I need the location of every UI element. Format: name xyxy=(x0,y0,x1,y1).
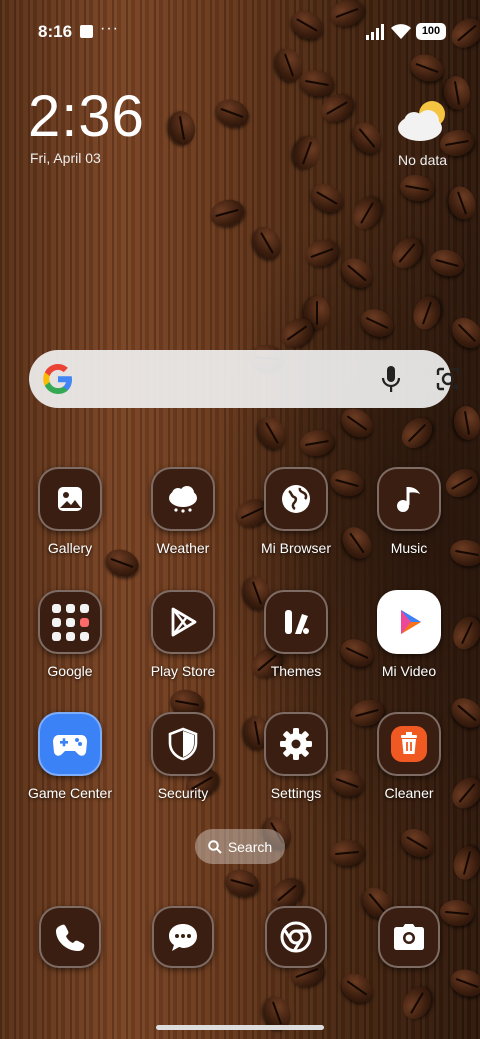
shield-icon xyxy=(151,712,215,776)
app-label: Play Store xyxy=(150,663,216,679)
partly-cloudy-icon[interactable] xyxy=(396,98,452,146)
notification-icon xyxy=(80,25,93,38)
camera-icon xyxy=(378,906,440,968)
app-label: Settings xyxy=(270,785,322,801)
app-weather[interactable]: Weather xyxy=(128,467,238,556)
app-label: Music xyxy=(390,540,428,556)
dock-phone[interactable] xyxy=(15,906,125,968)
app-game-center[interactable]: Game Center xyxy=(15,712,125,801)
app-label: Cleaner xyxy=(384,785,434,801)
status-time: 8:16 xyxy=(38,22,73,41)
folder-icon xyxy=(38,590,102,654)
gallery-icon xyxy=(38,467,102,531)
chrome-icon xyxy=(265,906,327,968)
app-label: Mi Video xyxy=(381,663,437,679)
weather-icon xyxy=(151,467,215,531)
messages-icon xyxy=(152,906,214,968)
app-label: Game Center xyxy=(27,785,113,801)
gear-icon xyxy=(264,712,328,776)
app-security[interactable]: Security xyxy=(128,712,238,801)
gamepad-icon xyxy=(38,712,102,776)
mi-video-icon xyxy=(377,590,441,654)
lens-icon[interactable] xyxy=(434,365,462,393)
trash-icon xyxy=(377,712,441,776)
app-cleaner[interactable]: Cleaner xyxy=(354,712,464,801)
search-icon xyxy=(208,839,222,854)
app-label: Mi Browser xyxy=(260,540,331,556)
themes-icon xyxy=(264,590,328,654)
status-bar: 8:16 ··· 100 xyxy=(0,0,480,62)
app-label: Weather xyxy=(156,540,210,556)
clock-widget-time[interactable]: 2:36 xyxy=(28,88,145,146)
google-logo xyxy=(43,364,72,394)
app-play-store[interactable]: Play Store xyxy=(128,590,238,679)
app-search-label: Search xyxy=(227,838,273,855)
app-google-folder[interactable]: Google xyxy=(15,590,125,679)
play-store-icon xyxy=(151,590,215,654)
battery-icon: 100 xyxy=(416,23,446,40)
mic-icon[interactable] xyxy=(379,365,403,393)
app-label: Security xyxy=(157,785,209,801)
globe-icon xyxy=(264,467,328,531)
phone-icon xyxy=(39,906,101,968)
app-mi-video[interactable]: Mi Video xyxy=(354,590,464,679)
app-themes[interactable]: Themes xyxy=(241,590,351,679)
app-music[interactable]: Music xyxy=(354,467,464,556)
weather-status[interactable]: No data xyxy=(398,152,447,168)
google-search-bar[interactable] xyxy=(29,350,460,408)
gesture-navigation-bar[interactable] xyxy=(156,1025,324,1030)
app-settings[interactable]: Settings xyxy=(241,712,351,801)
music-note-icon xyxy=(377,467,441,531)
dock-chrome[interactable] xyxy=(241,906,351,968)
app-search-button[interactable]: Search xyxy=(195,829,285,864)
dock-messages[interactable] xyxy=(128,906,238,968)
clock-widget-date[interactable]: Fri, April 03 xyxy=(30,150,101,166)
app-mi-browser[interactable]: Mi Browser xyxy=(241,467,351,556)
more-notifications-icon: ··· xyxy=(100,20,119,37)
app-label: Themes xyxy=(270,663,322,679)
signal-icon xyxy=(366,24,384,40)
app-gallery[interactable]: Gallery xyxy=(15,467,125,556)
wifi-icon xyxy=(391,24,411,39)
dock-camera[interactable] xyxy=(354,906,464,968)
app-label: Gallery xyxy=(47,540,93,556)
app-label: Google xyxy=(47,663,93,679)
